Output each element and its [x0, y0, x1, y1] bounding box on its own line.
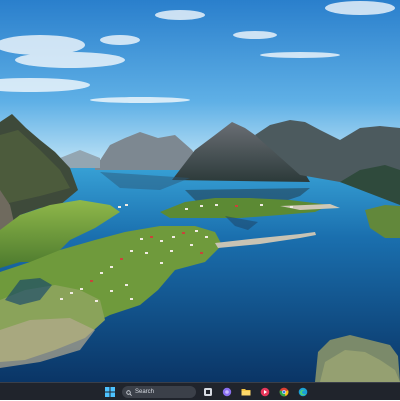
desktop[interactable] — [0, 0, 400, 382]
search-placeholder: Search — [135, 389, 155, 395]
chrome-icon[interactable] — [277, 385, 291, 399]
windows-start-icon[interactable] — [103, 385, 117, 399]
search-icon — [126, 383, 132, 401]
file-explorer-icon[interactable] — [239, 385, 253, 399]
edge-icon[interactable] — [296, 385, 310, 399]
taskbar-center: Search — [103, 385, 310, 399]
widgets-icon[interactable] — [220, 385, 234, 399]
wallpaper-lofoten-landscape — [0, 0, 400, 382]
media-player-icon[interactable] — [258, 385, 272, 399]
taskbar: Search — [0, 382, 400, 400]
task-view-icon[interactable] — [201, 385, 215, 399]
taskbar-search[interactable]: Search — [122, 386, 196, 398]
